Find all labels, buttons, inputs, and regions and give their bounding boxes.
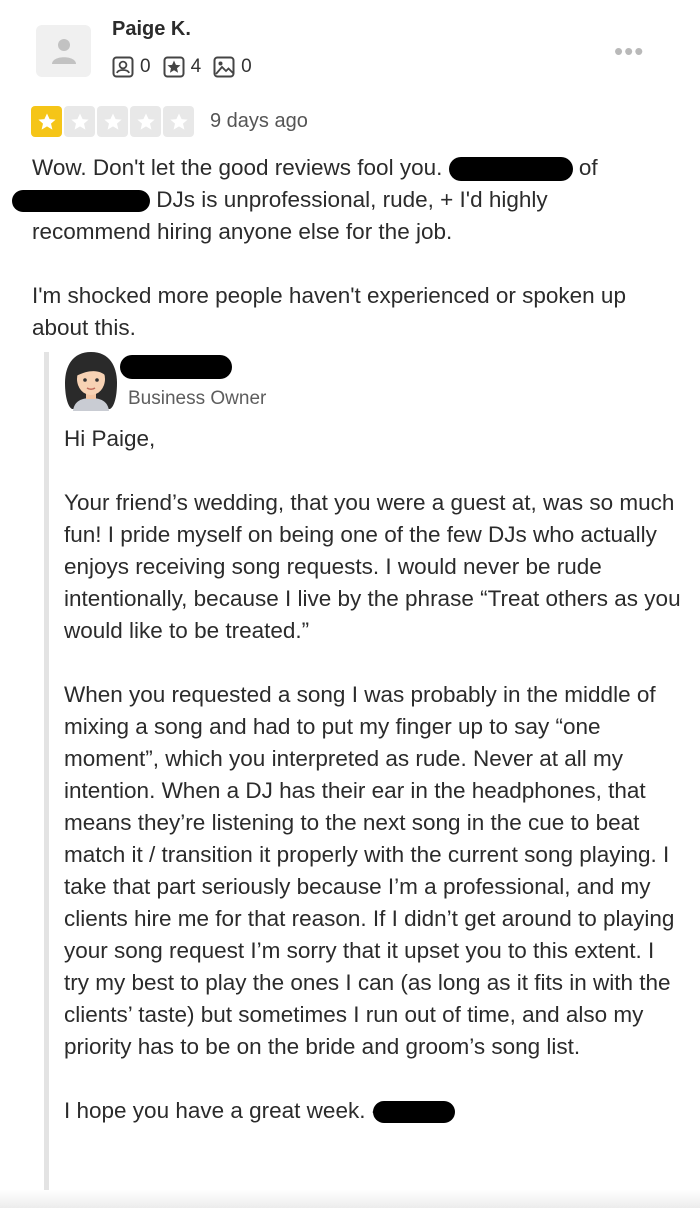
review-body: Wow. Don't let the good reviews fool you… [12,152,672,344]
friends-icon [112,56,134,78]
owner-role: Business Owner [128,388,267,409]
reply-paragraph: Your friend’s wedding, that you were a g… [64,490,681,643]
star-badge-icon [163,56,185,78]
reviews-count: 4 [190,56,202,77]
review-paragraph: Wow. Don't let the good reviews fool you… [12,152,672,248]
woman-avatar-icon [60,349,122,416]
star-icon [163,106,194,137]
photos-stat: 0 [213,56,252,78]
photos-count: 0 [241,56,252,77]
bottom-edge [0,1190,700,1208]
star-icon [97,106,128,137]
star-icon [130,106,161,137]
star-rating: 9 days ago [31,106,308,137]
review-date: 9 days ago [210,110,308,132]
friends-stat: 0 [112,56,151,78]
user-placeholder-icon [51,39,76,64]
reviewer-name[interactable]: Paige K. [112,18,191,41]
friends-count: 0 [140,56,151,77]
reply-closing: I hope you have a great week. - [64,1095,684,1127]
redaction-mark [373,1101,456,1124]
star-icon [31,106,62,137]
review-paragraph: I'm shocked more people haven't experien… [32,283,626,340]
redaction-mark [448,157,573,182]
owner-reply-body: Hi Paige, Your friend’s wedding, that yo… [64,423,684,1127]
owner-name-redaction [120,355,232,379]
photo-icon [213,56,235,78]
reviewer-avatar[interactable] [36,25,91,77]
reply-greeting: Hi Paige, [64,426,156,451]
reply-divider [44,352,49,1192]
more-horizontal-icon[interactable]: ••• [614,36,644,67]
reviewer-stats: 0 4 0 [112,56,264,78]
redaction-mark [12,190,150,213]
reviews-stat: 4 [163,56,202,78]
star-icon [64,106,95,137]
reply-paragraph: When you requested a song I was probably… [64,682,675,1059]
